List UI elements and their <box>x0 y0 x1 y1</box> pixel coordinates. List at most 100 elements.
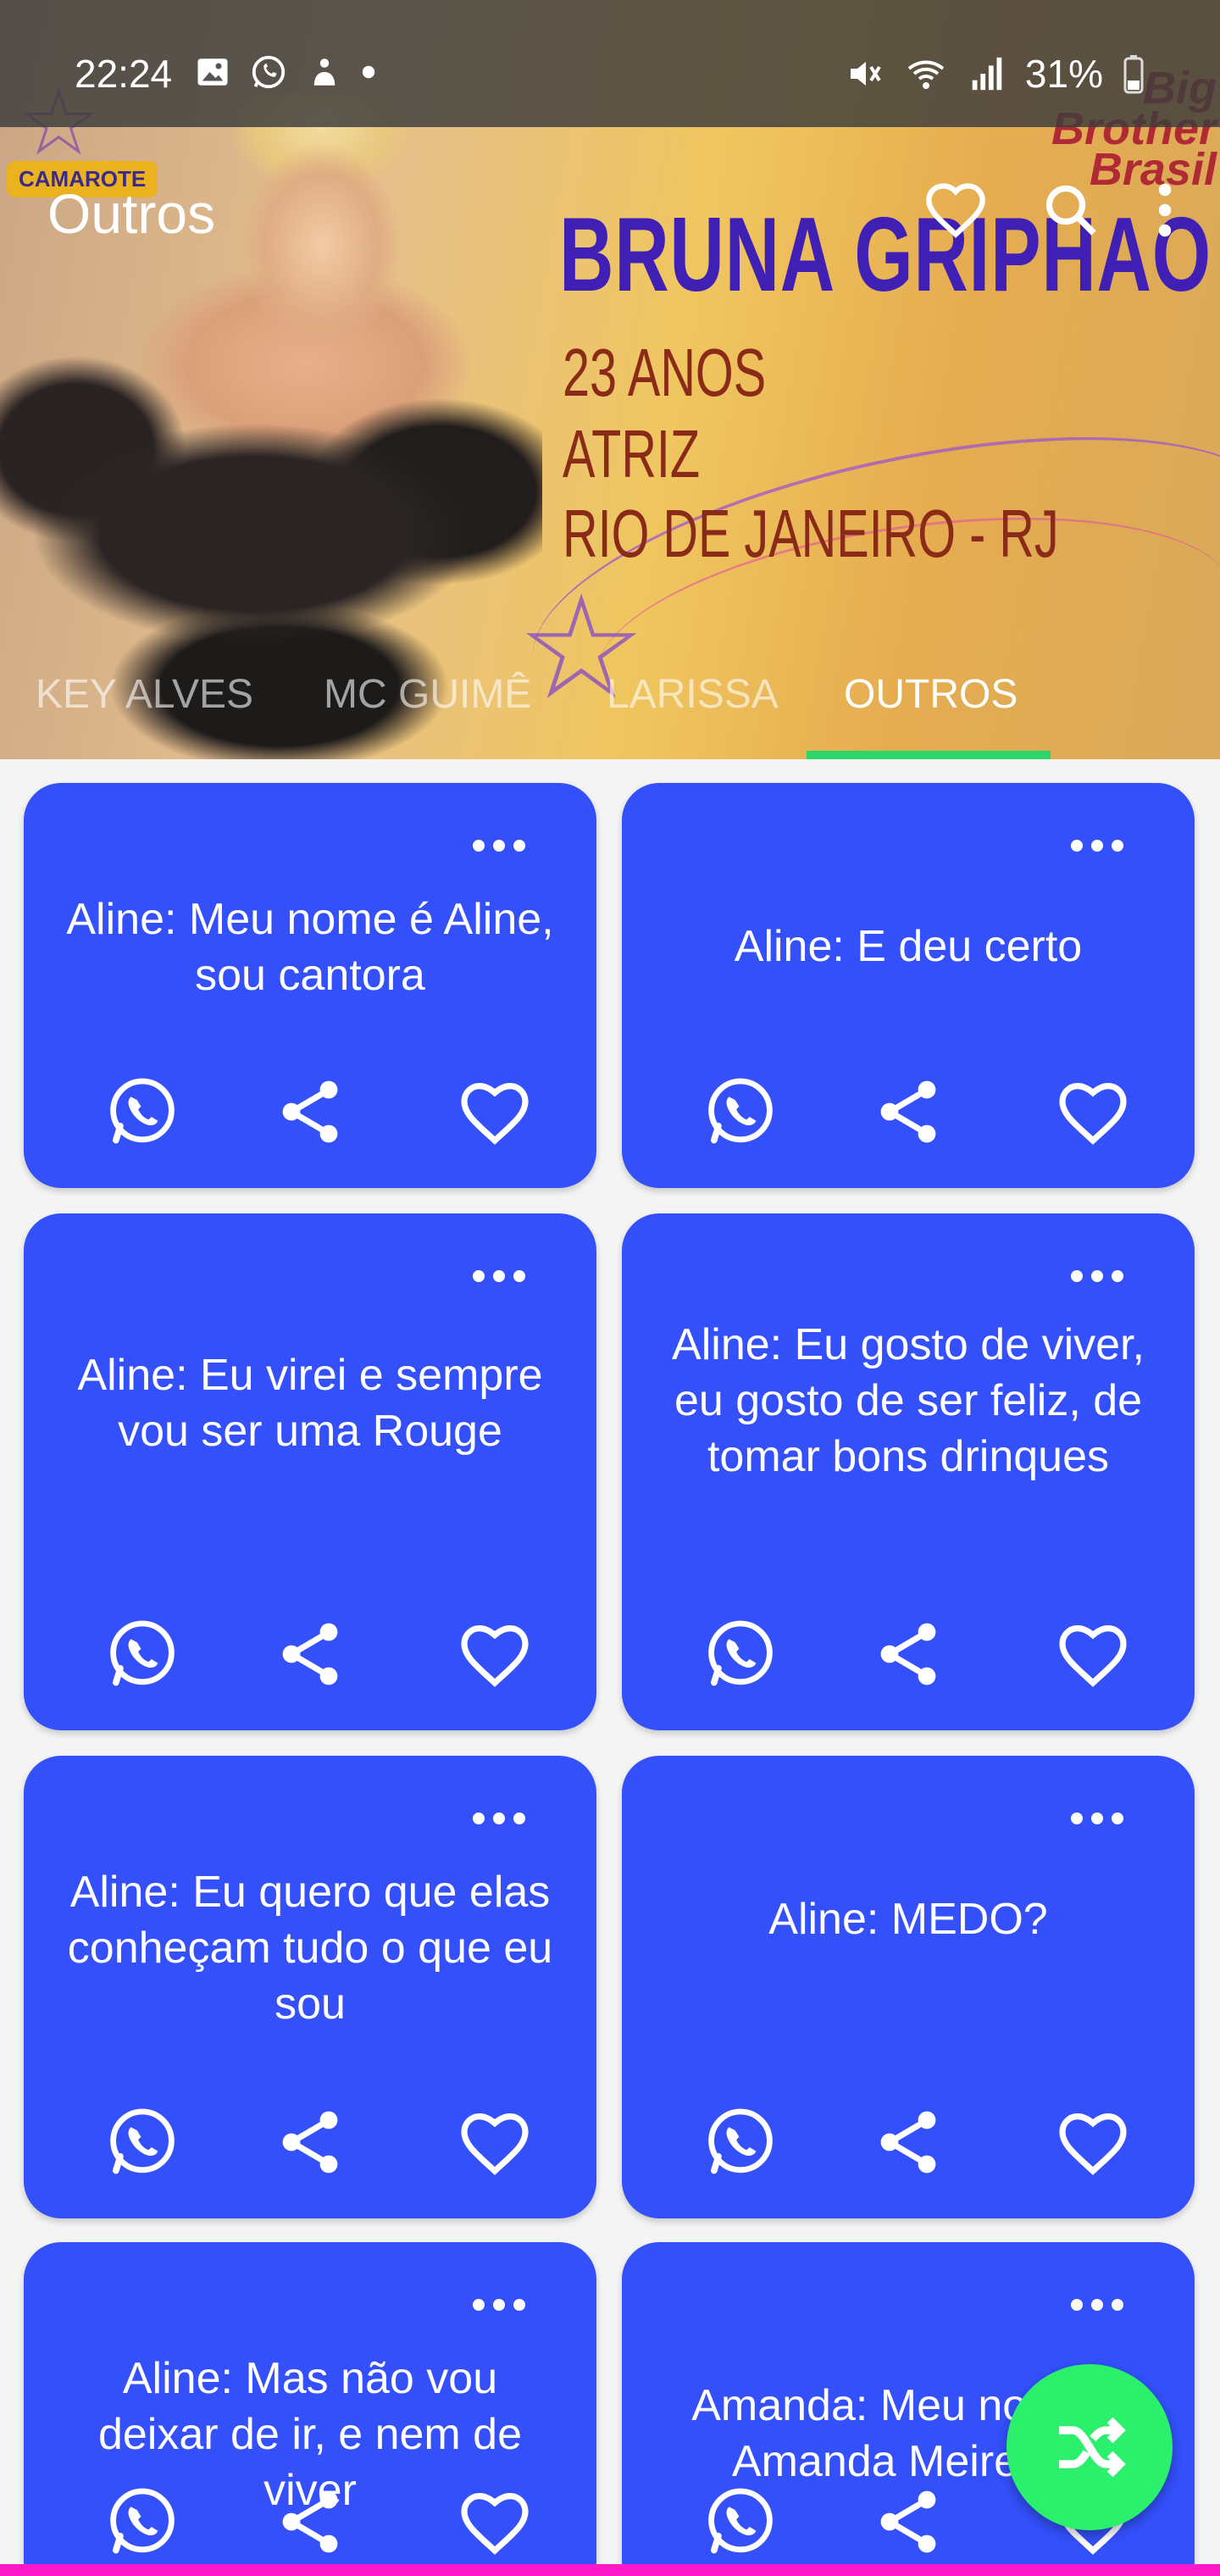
status-icons-left <box>195 53 376 92</box>
favorite-button[interactable] <box>1052 2101 1134 2183</box>
card-actions <box>24 2101 596 2183</box>
quote-text: Aline: Eu virei e sempre vou ser uma Rou… <box>77 1351 543 1456</box>
wifi-icon <box>907 60 945 89</box>
more-horiz-icon[interactable] <box>1069 836 1125 856</box>
quote-card[interactable]: Aline: Eu gosto de viver, eu gosto de se… <box>622 1213 1195 1730</box>
header-banner: ☆ ☆ CAMAROTE Big Brother Brasil BRUNA GR… <box>0 0 1220 759</box>
tab-key-alves[interactable]: KEY ALVES <box>36 671 253 718</box>
favorite-button[interactable] <box>1052 1613 1134 1695</box>
more-horiz-icon[interactable] <box>471 1808 527 1829</box>
heart-icon <box>461 1624 529 1687</box>
share-icon <box>282 1080 338 1143</box>
dot-icon <box>362 65 375 79</box>
share-icon <box>880 2111 936 2174</box>
whatsapp-icon <box>110 2488 175 2554</box>
more-horiz-icon[interactable] <box>471 836 527 856</box>
signal-icon <box>972 57 1002 91</box>
gallery-icon <box>197 58 228 86</box>
status-bar: 22:24 31% <box>0 0 1220 127</box>
quote-card[interactable]: Aline: Eu quero que elas conheçam tudo o… <box>24 1756 596 2218</box>
favorites-icon[interactable] <box>922 178 990 242</box>
heart-icon <box>461 2492 529 2555</box>
whatsapp-button[interactable] <box>102 1613 183 1695</box>
quote-card[interactable]: Aline: Meu nome é Aline, sou cantora <box>24 783 596 1188</box>
whatsapp-button[interactable] <box>102 2481 183 2562</box>
share-icon <box>880 1623 936 1685</box>
more-horiz-icon[interactable] <box>471 1266 527 1286</box>
share-icon <box>880 1080 936 1143</box>
whatsapp-icon <box>110 2108 175 2174</box>
tab-bar: KEY ALVES MC GUIMÊ LARISSA OUTROS <box>0 661 1220 759</box>
quote-card[interactable]: Aline: E deu certo <box>622 783 1195 1188</box>
more-horiz-icon[interactable] <box>1069 1266 1125 1286</box>
share-button[interactable] <box>269 2481 351 2562</box>
quote-text: Aline: Meu nome é Aline, sou cantora <box>66 895 554 1000</box>
tab-indicator <box>807 751 1051 759</box>
heart-icon <box>461 1082 529 1145</box>
favorite-button[interactable] <box>454 2101 535 2183</box>
whatsapp-button[interactable] <box>102 2101 183 2183</box>
whatsapp-button[interactable] <box>102 1071 183 1152</box>
favorite-button[interactable] <box>454 1071 535 1152</box>
share-button[interactable] <box>868 2101 949 2183</box>
heart-icon <box>461 2112 529 2175</box>
favorite-button[interactable] <box>1052 1071 1134 1152</box>
shuffle-button[interactable] <box>1006 2364 1173 2530</box>
banner-age: 23 ANOS <box>563 335 767 410</box>
share-button[interactable] <box>868 2481 949 2562</box>
whatsapp-icon <box>708 2488 773 2554</box>
share-icon <box>282 1623 338 1685</box>
status-time: 22:24 <box>75 52 173 96</box>
card-actions <box>24 1613 596 1695</box>
share-button[interactable] <box>269 2101 351 2183</box>
card-actions <box>24 2481 596 2562</box>
whatsapp-icon <box>252 55 286 89</box>
page-title: Outros <box>47 182 216 245</box>
app-icon <box>313 58 336 86</box>
quote-card[interactable]: Aline: Mas não vou deixar de ir, e nem d… <box>24 2242 596 2576</box>
share-icon <box>282 2490 338 2553</box>
heart-icon <box>1059 1082 1127 1145</box>
share-button[interactable] <box>868 1071 949 1152</box>
card-actions <box>622 2101 1195 2183</box>
shuffle-icon <box>1059 2417 1126 2478</box>
whatsapp-icon <box>110 1620 175 1686</box>
more-horiz-icon[interactable] <box>1069 2295 1125 2315</box>
favorite-button[interactable] <box>454 2481 535 2562</box>
banner-city: RIO DE JANEIRO - RJ <box>563 496 1059 571</box>
share-button[interactable] <box>269 1071 351 1152</box>
more-vert-icon[interactable] <box>1152 180 1178 241</box>
battery-icon <box>1123 55 1144 94</box>
more-horiz-icon[interactable] <box>471 2295 527 2315</box>
card-actions <box>622 1071 1195 1152</box>
heart-icon <box>1059 1624 1127 1687</box>
card-actions <box>24 1071 596 1152</box>
battery-text: 31% <box>1024 52 1103 96</box>
whatsapp-icon <box>708 1620 773 1686</box>
whatsapp-button[interactable] <box>700 2481 781 2562</box>
share-button[interactable] <box>868 1613 949 1695</box>
toolbar-actions <box>922 178 1178 242</box>
tab-outros[interactable]: OUTROS <box>844 671 1018 718</box>
quote-text: Aline: Eu quero que elas conheçam tudo o… <box>67 1868 553 2029</box>
whatsapp-icon <box>708 1078 773 1144</box>
share-icon <box>880 2490 936 2553</box>
whatsapp-button[interactable] <box>700 1613 781 1695</box>
share-button[interactable] <box>269 1613 351 1695</box>
quote-card[interactable]: Aline: MEDO? <box>622 1756 1195 2218</box>
whatsapp-button[interactable] <box>700 1071 781 1152</box>
more-horiz-icon[interactable] <box>1069 1808 1125 1829</box>
search-icon[interactable] <box>1040 180 1101 241</box>
quote-text: Aline: MEDO? <box>768 1895 1048 1944</box>
tab-larissa[interactable]: LARISSA <box>607 671 779 718</box>
heart-icon <box>1059 2112 1127 2175</box>
status-icons-right: 31% <box>844 51 1145 97</box>
bottom-strip <box>0 2564 1220 2576</box>
whatsapp-button[interactable] <box>700 2101 781 2183</box>
tab-mc-guime[interactable]: MC GUIMÊ <box>324 671 531 718</box>
quote-text: Aline: Eu gosto de viver, eu gosto de se… <box>672 1320 1145 1481</box>
favorite-button[interactable] <box>454 1613 535 1695</box>
quote-card[interactable]: Aline: Eu virei e sempre vou ser uma Rou… <box>24 1213 596 1730</box>
quote-text: Aline: E deu certo <box>734 922 1083 971</box>
card-actions <box>622 1613 1195 1695</box>
